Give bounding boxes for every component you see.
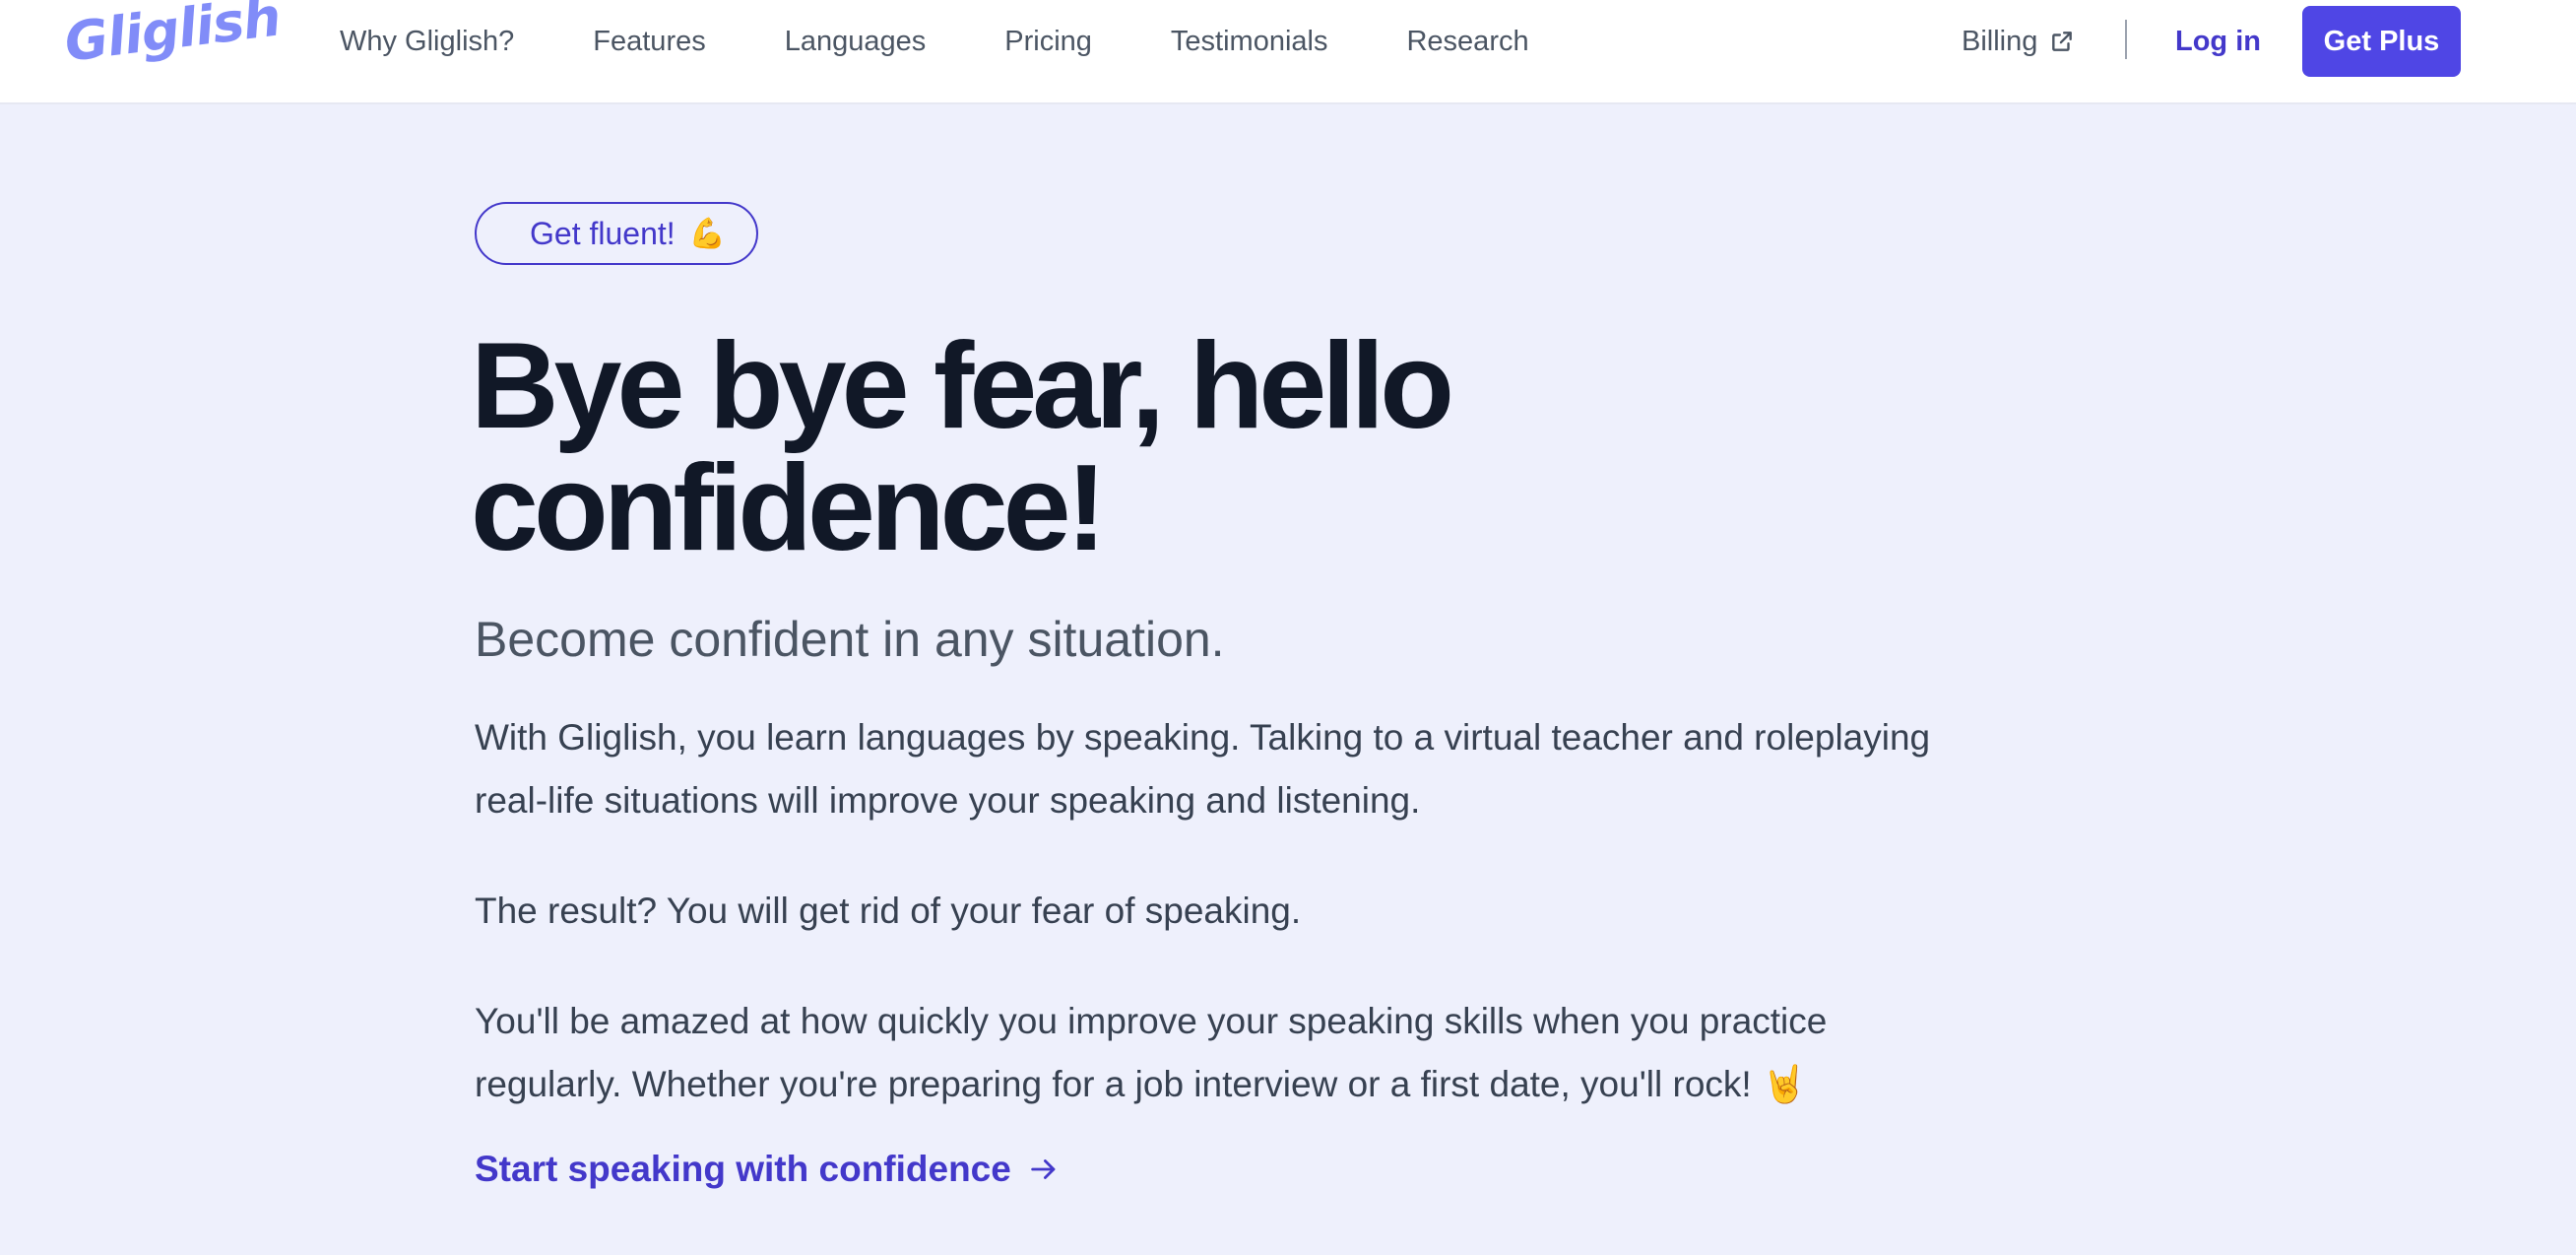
headline-line-2: confidence! — [471, 440, 1107, 576]
nav-link-testimonials[interactable]: Testimonials — [1171, 26, 1328, 58]
billing-link[interactable]: Billing — [1962, 0, 2075, 83]
headline-line-1: Bye bye fear, hello — [471, 318, 1454, 454]
hero-paragraph-2: The result? You will get rid of your fea… — [475, 891, 1302, 931]
nav-link-languages[interactable]: Languages — [785, 26, 927, 58]
nav-link-pricing[interactable]: Pricing — [1004, 26, 1092, 58]
start-speaking-label: Start speaking with confidence — [475, 1149, 1011, 1189]
nav-link-features[interactable]: Features — [593, 26, 705, 58]
nav-link-research[interactable]: Research — [1406, 26, 1528, 58]
nav-link-why-gliglish[interactable]: Why Gliglish? — [340, 26, 514, 58]
hero-paragraph-1: With Gliglish, you learn languages by sp… — [475, 717, 1931, 821]
hero-headline: Bye bye fear, hello confidence! — [471, 318, 1454, 576]
gligish-logo[interactable]: Gliglish — [61, 0, 284, 75]
external-link-icon — [2049, 29, 2075, 54]
arrow-right-icon — [1027, 1153, 1061, 1186]
login-link[interactable]: Log in — [2175, 0, 2261, 83]
start-speaking-link[interactable]: Start speaking with confidence — [475, 1149, 1061, 1190]
hero-paragraph-3: You'll be amazed at how quickly you impr… — [475, 1001, 1828, 1104]
get-plus-button[interactable]: Get Plus — [2302, 6, 2461, 77]
top-navigation: Gliglish Why Gliglish? Features Language… — [0, 0, 2576, 104]
hero-subtitle: Become confident in any situation. — [475, 612, 1225, 667]
nav-divider — [2125, 20, 2127, 59]
flexed-biceps-icon: 💪 — [688, 217, 726, 250]
pill-label: Get fluent! — [530, 215, 676, 251]
main-nav: Why Gliglish? Features Languages Pricing… — [340, 0, 1529, 83]
billing-label: Billing — [1962, 25, 2038, 57]
get-fluent-pill[interactable]: Get fluent! 💪 — [475, 202, 758, 265]
